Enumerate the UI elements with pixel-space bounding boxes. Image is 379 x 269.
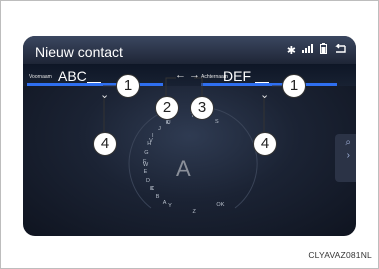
letter-key-x[interactable]: X [150, 186, 154, 192]
letter-key-z[interactable]: Z [192, 209, 195, 215]
character-wheel [128, 107, 258, 209]
current-letter: A [176, 156, 191, 181]
letter-key-ok[interactable]: OK [216, 202, 224, 208]
image-code: CLYAVAZ081NL [308, 250, 372, 260]
callout-1-first-name: 1 [116, 74, 140, 98]
callout-4-left: 4 [93, 132, 117, 156]
callout-1-last-name: 1 [282, 74, 306, 98]
letter-key-e[interactable]: E [144, 169, 148, 175]
letter-key-d[interactable]: D [146, 178, 150, 184]
letter-key-g[interactable]: G [144, 150, 148, 156]
chevron-right-icon: › [346, 150, 350, 161]
letter-key-j[interactable]: J [158, 126, 161, 132]
letter-key-u[interactable]: U [167, 120, 171, 126]
letter-key-v[interactable]: V [149, 138, 153, 144]
letter-key-y[interactable]: Y [168, 203, 172, 209]
letter-key-a[interactable]: A [163, 200, 167, 206]
search-icon: ⌕ [345, 137, 351, 148]
nav-screen: Nieuw contact ✱ Voornaam ABC ← → Achtern… [23, 36, 356, 236]
letter-key-b[interactable]: B [156, 194, 160, 200]
callout-2: 2 [155, 96, 179, 120]
letter-key-w[interactable]: W [143, 162, 148, 168]
letter-key-s[interactable]: S [215, 119, 219, 125]
callout-4-right: 4 [253, 132, 277, 156]
callout-3: 3 [190, 96, 214, 120]
